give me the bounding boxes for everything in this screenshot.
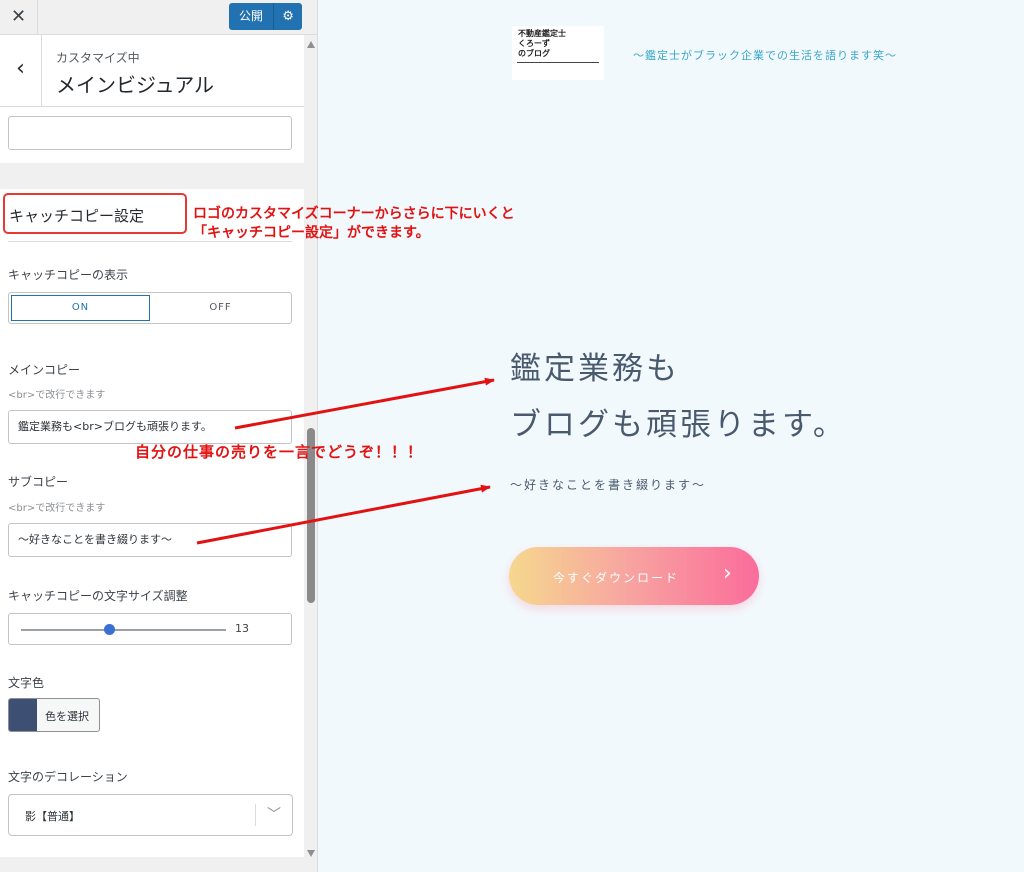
site-preview: 不動産鑑定士 くろーず のブログ ～鑑定士がブラック企業での生活を語ります笑～ … <box>318 0 1024 872</box>
publish-button[interactable]: 公開 <box>229 3 275 30</box>
sub-copy-hint: <br>で改行できます <box>8 503 106 514</box>
publish-group: 公開 ⚙ <box>229 3 303 30</box>
color-picker-label: 色を選択 <box>45 710 89 723</box>
scroll-up-arrow-icon[interactable] <box>307 41 315 48</box>
slider-fill <box>21 629 110 631</box>
color-picker-button[interactable]: 色を選択 <box>8 698 100 732</box>
font-size-slider-box: 13 <box>8 613 292 645</box>
breadcrumb: カスタマイズ中 <box>56 51 140 65</box>
display-label: キャッチコピーの表示 <box>8 268 129 282</box>
main-copy-hint: <br>で改行できます <box>8 390 106 401</box>
annotation-note-2: 自分の仕事の売りを一言でどうぞ！！！ <box>135 443 424 461</box>
main-copy-line-1: 鑑定業務も <box>510 351 680 387</box>
sub-copy-label: サブコピー <box>8 475 69 489</box>
main-copy-input[interactable]: 鑑定業務も<br>ブログも頑張ります。 <box>8 410 292 444</box>
site-tagline: ～鑑定士がブラック企業での生活を語ります笑～ <box>633 49 897 62</box>
section-title: メインビジュアル <box>56 73 214 97</box>
download-button-label: 今すぐダウンロード <box>553 571 680 585</box>
previous-control-block <box>0 107 304 163</box>
logo-text: 不動産鑑定士 くろーず のブログ <box>518 29 566 58</box>
logo-underline <box>517 62 599 63</box>
text-color-label: 文字色 <box>8 676 45 690</box>
close-icon[interactable]: ✕ <box>0 0 38 35</box>
toggle-off-button[interactable]: OFF <box>152 295 289 321</box>
chevron-down-icon[interactable]: ﹀ <box>267 804 281 824</box>
color-swatch <box>9 699 37 731</box>
download-button[interactable]: 今すぐダウンロード › <box>509 547 759 605</box>
chevron-left-icon[interactable]: ‹ <box>0 35 42 106</box>
previous-text-field[interactable] <box>8 116 292 150</box>
main-copy-label: メインコピー <box>8 363 81 377</box>
main-copy-line-2: ブログも頑張ります。 <box>510 407 847 443</box>
sub-copy: ～好きなことを書き綴ります～ <box>510 478 707 492</box>
annotation-note-1-line-1: ロゴのカスタマイズコーナーからさらに下にいくと <box>193 206 515 222</box>
decoration-label: 文字のデコレーション <box>8 770 128 784</box>
font-size-label: キャッチコピーの文字サイズ調整 <box>8 589 188 603</box>
site-logo[interactable]: 不動産鑑定士 くろーず のブログ <box>512 26 604 80</box>
scroll-down-arrow-icon[interactable] <box>307 850 315 857</box>
gear-icon[interactable]: ⚙ <box>274 3 303 30</box>
customizer-topbar: ✕ 公開 ⚙ <box>0 0 317 35</box>
section-header: ‹ カスタマイズ中 メインビジュアル <box>0 35 304 107</box>
highlight-box <box>3 193 187 234</box>
decoration-select[interactable]: 影【普通】 ﹀ <box>8 794 293 836</box>
font-size-value: 13 <box>235 622 249 635</box>
decoration-value: 影【普通】 <box>25 810 80 823</box>
toggle-on-button[interactable]: ON <box>11 295 150 321</box>
customizer-panel: ✕ 公開 ⚙ ‹ カスタマイズ中 メインビジュアル キャッチコピー設定 キャッチ… <box>0 0 318 872</box>
sub-copy-input[interactable]: ～好きなことを書き綴ります～ <box>8 523 292 557</box>
annotation-note-1-line-2: 「キャッチコピー設定」ができます。 <box>193 225 430 241</box>
slider-handle[interactable] <box>104 624 116 635</box>
chevron-right-icon: › <box>723 561 732 586</box>
select-divider <box>255 804 256 826</box>
display-toggle: ON OFF <box>8 292 292 324</box>
